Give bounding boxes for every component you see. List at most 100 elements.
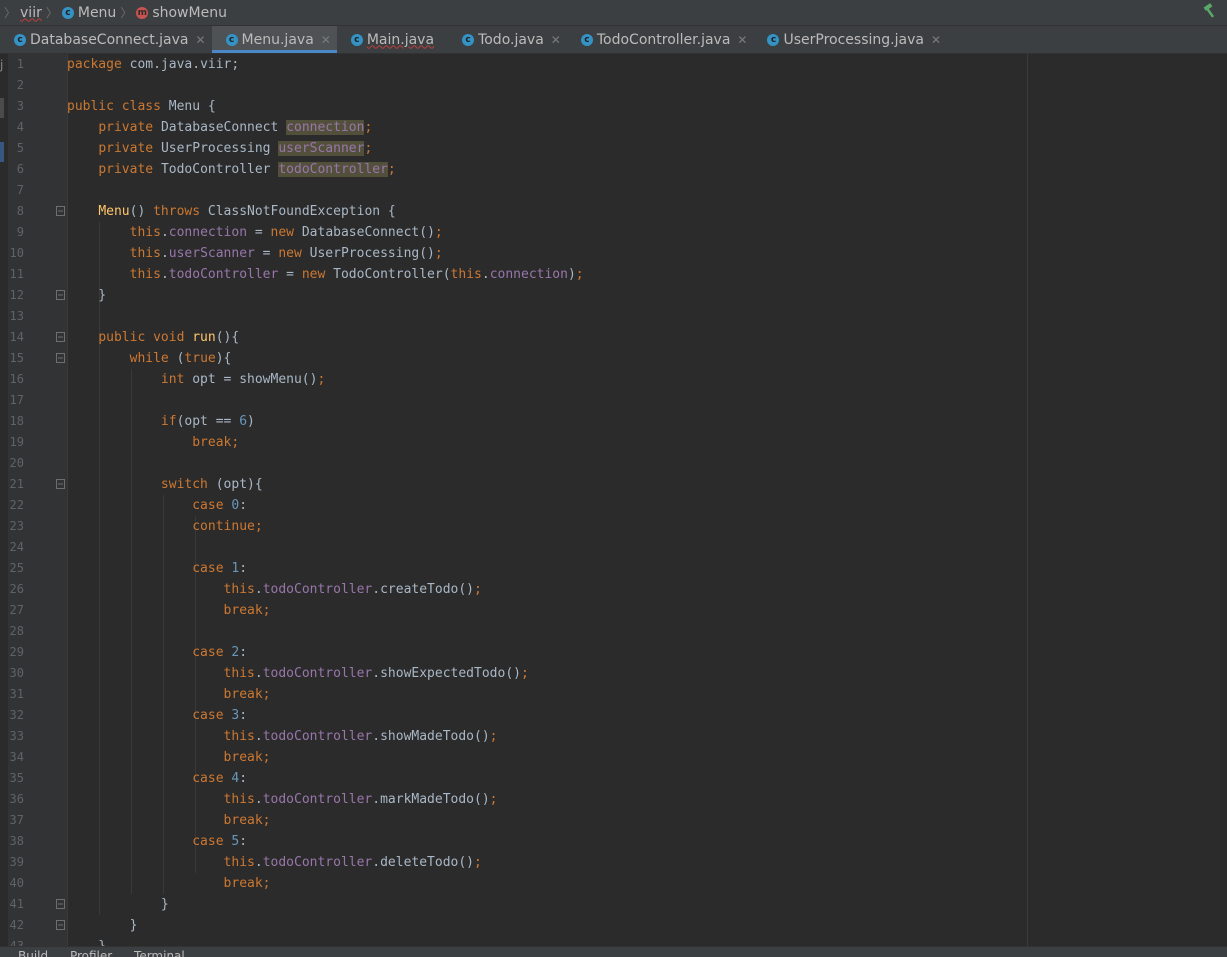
breadcrumb-method-label: showMenu [152,4,227,21]
tab-todocontroller[interactable]: c TodoController.java ✕ [567,26,754,53]
editor-tabs: c DatabaseConnect.java ✕ c Menu.java ✕ c Main.j… [0,26,1227,54]
code-line: 38 case 5: [0,831,1227,852]
code-text: switch (opt){ [160,477,263,492]
code-text: break; [223,687,271,702]
close-icon[interactable]: ✕ [931,33,941,47]
code-text: } [67,897,169,912]
code-text: while (true){ [129,351,232,366]
line-number: 35 [9,771,24,785]
code-line: 18 if(opt == 6) [0,411,1227,432]
fold-marker-icon[interactable] [56,206,65,216]
code-line: 25 case 1: [0,558,1227,579]
build-hammer-icon[interactable] [1203,3,1217,19]
code-line: 43 } [0,936,1227,946]
code-text: private TodoController todoController; [98,162,396,177]
code-text: public void run(){ [98,330,240,345]
code-line: 15 while (true){ [0,348,1227,369]
fold-marker-icon[interactable] [56,920,65,930]
tab-label: Main.java [366,31,435,48]
line-number: 15 [9,351,24,365]
fold-marker-icon[interactable] [56,290,65,300]
code-line: 19 break; [0,432,1227,453]
code-text: this.connection = new DatabaseConnect(); [129,225,443,240]
tab-main[interactable]: c Main.java [337,26,448,53]
code-line: 39 this.todoController.deleteTodo(); [0,852,1227,873]
java-class-icon: c [767,33,780,46]
line-number: 40 [9,876,24,890]
code-line: 12 } [0,285,1227,306]
line-number: 10 [9,246,24,260]
fold-marker-icon[interactable] [56,899,65,909]
code-line: 14 public void run(){ [0,327,1227,348]
line-number: 5 [16,141,24,155]
code-line: 42 } [0,915,1227,936]
breadcrumb-class-label: Menu [77,4,117,21]
line-number: 11 [9,267,24,281]
line-number: 34 [9,750,24,764]
line-number: 3 [16,99,24,113]
fold-marker-icon[interactable] [56,353,65,363]
code-editor[interactable]: 1 package com.java.viir; 2 3 public class Me… [0,54,1227,946]
code-text: case 5: [192,834,248,849]
line-number: 4 [16,120,24,134]
java-class-icon: c [462,33,475,46]
line-number: 17 [9,393,24,407]
code-line: 31 break; [0,684,1227,705]
code-line: 27 break; [0,600,1227,621]
fold-marker-icon[interactable] [56,479,65,489]
code-text: break; [223,750,271,765]
code-text: int opt = showMenu(); [160,372,326,387]
code-text: break; [223,603,271,618]
line-number: 24 [9,540,24,554]
code-text: this.todoController.createTodo(); [223,582,482,597]
bottom-tool-bar: Build Profiler Terminal [0,946,1227,957]
code-line: 23 continue; [0,516,1227,537]
line-number: 20 [9,456,24,470]
breadcrumb-class[interactable]: c Menu [61,0,117,25]
close-icon[interactable]: ✕ [195,33,205,47]
line-number: 43 [9,939,24,946]
fold-marker-icon[interactable] [56,332,65,342]
code-text: case 1: [192,561,248,576]
line-number: 23 [9,519,24,533]
class-icon: c [61,6,74,19]
breadcrumb-package-label: viir [20,4,42,21]
code-text: } [67,288,107,303]
tab-label: Menu.java [241,31,314,48]
code-text: public class Menu { [67,99,216,114]
line-number: 6 [16,162,24,176]
code-line: 32 case 3: [0,705,1227,726]
line-number: 8 [16,204,24,218]
code-line: 41 } [0,894,1227,915]
code-text: } [67,918,138,933]
close-icon[interactable]: ✕ [321,33,331,47]
code-text: this.userScanner = new UserProcessing(); [129,246,443,261]
line-number: 25 [9,561,24,575]
breadcrumb-package[interactable]: viir [20,0,42,25]
code-line: 7 [0,180,1227,201]
line-number: 22 [9,498,24,512]
method-icon: m [136,6,149,19]
code-line: 36 this.todoController.markMadeTodo(); [0,789,1227,810]
tab-label: UserProcessing.java [783,31,924,48]
close-icon[interactable]: ✕ [551,33,561,47]
breadcrumb-method[interactable]: m showMenu [136,0,227,25]
line-number: 29 [9,645,24,659]
line-number: 26 [9,582,24,596]
line-number: 2 [16,78,24,92]
code-line: 22 case 0: [0,495,1227,516]
code-line: 26 this.todoController.createTodo(); [0,579,1227,600]
tab-menu[interactable]: c Menu.java ✕ [211,26,338,53]
code-text: case 2: [192,645,248,660]
code-text: this.todoController.showMadeTodo(); [223,729,498,744]
line-number: 36 [9,792,24,806]
code-line: 13 [0,306,1227,327]
close-icon[interactable]: ✕ [737,33,747,47]
tab-databaseconnect[interactable]: c DatabaseConnect.java ✕ [0,26,212,53]
tab-todo[interactable]: c Todo.java ✕ [448,26,567,53]
code-line: 4 private DatabaseConnect connection; [0,117,1227,138]
tab-userprocessing[interactable]: c UserProcessing.java ✕ [753,26,947,53]
line-number: 33 [9,729,24,743]
line-number: 39 [9,855,24,869]
code-text: private DatabaseConnect connection; [98,120,373,135]
